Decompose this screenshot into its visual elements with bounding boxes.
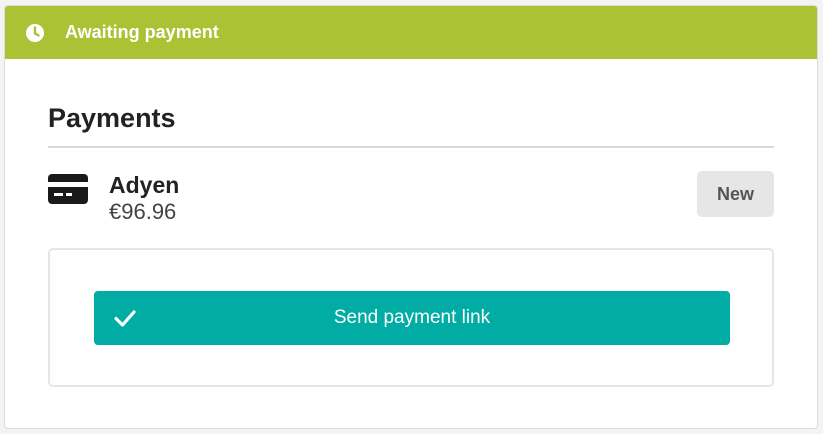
payment-row: Adyen €96.96 New bbox=[48, 171, 774, 228]
payment-method-name: Adyen bbox=[109, 172, 180, 198]
status-label: Awaiting payment bbox=[65, 22, 219, 42]
check-icon bbox=[114, 307, 136, 329]
payments-section: Payments Adyen €96.96 New Send payment l… bbox=[5, 103, 817, 387]
payment-amount: €96.96 bbox=[109, 199, 177, 224]
section-title: Payments bbox=[48, 103, 774, 148]
credit-card-icon bbox=[48, 174, 88, 206]
order-payment-card: Awaiting payment Payments Adyen €96.96 N… bbox=[4, 5, 818, 429]
status-banner: Awaiting payment bbox=[5, 6, 817, 59]
send-payment-link-button[interactable]: Send payment link bbox=[94, 291, 730, 345]
payment-state-badge: New bbox=[697, 171, 774, 217]
send-payment-link-label: Send payment link bbox=[333, 307, 491, 328]
payment-actions-panel: Send payment link bbox=[48, 248, 774, 387]
clock-icon bbox=[25, 23, 45, 43]
